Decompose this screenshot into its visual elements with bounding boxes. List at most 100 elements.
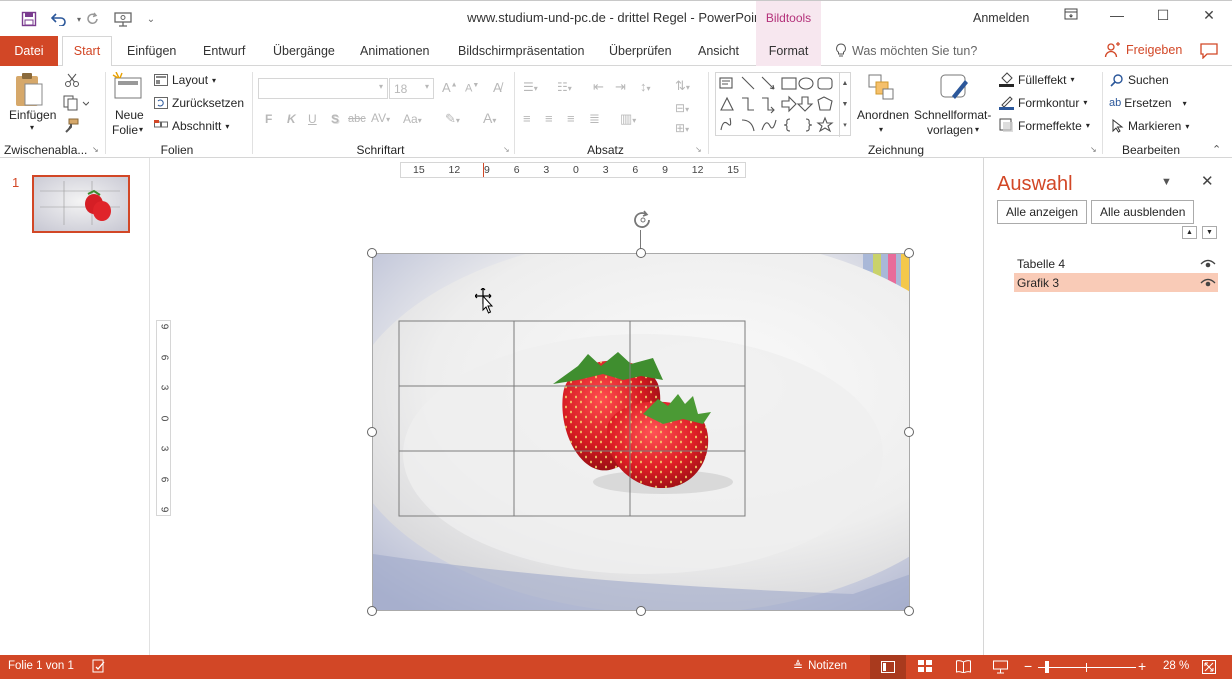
slide-counter[interactable]: Folie 1 von 1 bbox=[8, 660, 74, 672]
font-launcher-icon[interactable]: ↘ bbox=[503, 145, 510, 154]
shadow-button[interactable]: S bbox=[331, 112, 339, 126]
tab-format[interactable]: Format bbox=[756, 36, 821, 66]
slideshow-icon[interactable] bbox=[993, 660, 1008, 677]
notes-button[interactable]: ≜ Notizen bbox=[793, 659, 847, 673]
zoom-out-icon[interactable]: − bbox=[1024, 658, 1032, 674]
zoom-slider[interactable] bbox=[1038, 667, 1136, 668]
shape-fill-button[interactable]: Fülleffekt ▾ bbox=[999, 72, 1074, 87]
new-slide-label-1[interactable]: Neue bbox=[115, 108, 144, 122]
tab-ueberpruefen[interactable]: Überprüfen bbox=[609, 44, 672, 58]
show-all-button[interactable]: Alle anzeigen bbox=[997, 200, 1088, 224]
hide-all-button[interactable]: Alle ausblenden bbox=[1091, 200, 1195, 224]
char-spacing-button[interactable]: AV▾ bbox=[371, 111, 390, 125]
sign-in-link[interactable]: Anmelden bbox=[973, 11, 1029, 25]
list-item[interactable]: Tabelle 4 bbox=[1014, 254, 1218, 273]
align-right-icon[interactable]: ≡ bbox=[567, 111, 575, 126]
paragraph-launcher-icon[interactable]: ↘ bbox=[695, 145, 702, 154]
tab-datei[interactable]: Datei bbox=[0, 36, 58, 66]
slide-thumbnail[interactable] bbox=[32, 175, 130, 233]
drawing-launcher-icon[interactable]: ↘ bbox=[1090, 145, 1097, 154]
new-slide-button[interactable] bbox=[112, 71, 144, 107]
quick-styles-label-1[interactable]: Schnellformat- bbox=[914, 108, 991, 122]
resize-handle-nw[interactable] bbox=[367, 248, 377, 258]
clipboard-launcher-icon[interactable]: ↘ bbox=[92, 145, 99, 154]
resize-handle-n[interactable] bbox=[636, 248, 646, 258]
layout-button[interactable]: Layout ▾ bbox=[154, 73, 216, 87]
normal-view-button[interactable] bbox=[870, 655, 906, 679]
slide-sorter-icon[interactable] bbox=[918, 660, 932, 676]
eye-icon[interactable] bbox=[1200, 278, 1216, 288]
spelling-check-icon[interactable] bbox=[92, 659, 106, 676]
resize-handle-sw[interactable] bbox=[367, 606, 377, 616]
arrange-button[interactable] bbox=[866, 72, 896, 105]
font-size-combobox[interactable]: 18 ▾ bbox=[389, 78, 434, 99]
rotation-handle-icon[interactable] bbox=[630, 208, 656, 235]
align-left-icon[interactable]: ≡ bbox=[523, 111, 531, 126]
maximize-icon[interactable]: ☐ bbox=[1148, 7, 1178, 29]
resize-handle-se[interactable] bbox=[904, 606, 914, 616]
arrange-dropdown-icon[interactable]: ▾ bbox=[879, 125, 883, 134]
tab-einfuegen[interactable]: Einfügen bbox=[127, 44, 176, 58]
paste-label[interactable]: Einfügen bbox=[9, 108, 56, 122]
numbering-icon[interactable]: ☷▾ bbox=[557, 80, 572, 94]
font-color-icon[interactable]: A▾ bbox=[483, 110, 496, 126]
section-button[interactable]: Abschnitt ▾ bbox=[154, 119, 229, 133]
tab-entwurf[interactable]: Entwurf bbox=[203, 44, 245, 58]
columns-icon[interactable]: ▥▾ bbox=[620, 111, 636, 127]
smartart-icon[interactable]: ⊞▾ bbox=[675, 121, 689, 135]
tab-bildschirmpraesentation[interactable]: Bildschirmpräsentation bbox=[458, 44, 584, 58]
font-name-combobox[interactable]: ▾ bbox=[258, 78, 388, 99]
comments-icon[interactable] bbox=[1200, 43, 1218, 62]
shape-outline-button[interactable]: Formkontur ▾ bbox=[999, 95, 1087, 110]
quick-styles-button[interactable] bbox=[938, 72, 970, 107]
minimize-icon[interactable]: — bbox=[1102, 7, 1132, 29]
resize-handle-s[interactable] bbox=[636, 606, 646, 616]
reading-view-icon[interactable] bbox=[956, 660, 971, 676]
share-button[interactable]: Freigeben bbox=[1104, 42, 1182, 58]
strawberry-picture[interactable] bbox=[372, 253, 910, 611]
find-button[interactable]: Suchen bbox=[1110, 73, 1169, 87]
pane-options-icon[interactable]: ▼ bbox=[1161, 176, 1172, 188]
resize-handle-e[interactable] bbox=[904, 427, 914, 437]
tab-start[interactable]: Start bbox=[62, 36, 112, 67]
tell-me-box[interactable]: Was möchten Sie tun? bbox=[835, 43, 977, 58]
strikethrough-button[interactable]: abc bbox=[348, 113, 366, 125]
close-window-icon[interactable]: ✕ bbox=[1194, 7, 1224, 29]
bring-forward-icon[interactable]: ▲ bbox=[1182, 226, 1197, 239]
bullets-icon[interactable]: ☰▾ bbox=[523, 80, 538, 94]
eye-icon[interactable] bbox=[1200, 259, 1216, 269]
close-pane-icon[interactable]: ✕ bbox=[1201, 172, 1214, 190]
format-painter-icon[interactable] bbox=[63, 118, 79, 137]
new-slide-dropdown-icon[interactable]: ▾ bbox=[139, 125, 143, 134]
decrease-indent-icon[interactable]: ⇤ bbox=[593, 79, 604, 95]
text-direction-icon[interactable]: ⇅▾ bbox=[675, 78, 690, 94]
italic-button[interactable]: K bbox=[287, 112, 296, 126]
shape-effects-button[interactable]: Formeffekte ▾ bbox=[999, 118, 1090, 133]
new-slide-label-2[interactable]: Folie bbox=[112, 123, 138, 137]
highlight-icon[interactable]: ✎▾ bbox=[445, 111, 460, 127]
tab-ansicht[interactable]: Ansicht bbox=[698, 44, 739, 58]
grow-font-icon[interactable]: A▲ bbox=[442, 80, 458, 95]
resize-handle-w[interactable] bbox=[367, 427, 377, 437]
select-button[interactable]: Markieren ▾ bbox=[1112, 119, 1189, 133]
horizontal-ruler[interactable]: 15 12 9 6 3 0 3 6 9 12 15 bbox=[400, 162, 746, 178]
replace-button[interactable]: ab Ersetzen ▾ bbox=[1109, 96, 1187, 110]
quick-styles-dropdown-icon[interactable]: ▾ bbox=[975, 125, 979, 134]
collapse-ribbon-icon[interactable]: ⌃ bbox=[1212, 143, 1221, 156]
clear-formatting-icon[interactable]: A̸ bbox=[493, 80, 502, 95]
shrink-font-icon[interactable]: A▼ bbox=[465, 82, 479, 95]
line-spacing-icon[interactable]: ↕▾ bbox=[640, 79, 651, 94]
slide-editing-canvas[interactable]: 15 12 9 6 3 0 3 6 9 12 15 9 6 3 0 3 6 9 bbox=[150, 158, 982, 655]
change-case-button[interactable]: Aa▾ bbox=[403, 112, 422, 126]
quick-styles-label-2[interactable]: vorlagen bbox=[927, 123, 973, 137]
fit-to-window-icon[interactable] bbox=[1202, 660, 1216, 677]
send-backward-icon[interactable]: ▼ bbox=[1202, 226, 1217, 239]
shapes-gallery[interactable]: ▲ ▼ ▾ bbox=[715, 72, 851, 137]
reset-button[interactable]: Zurücksetzen bbox=[154, 96, 244, 110]
zoom-level[interactable]: 28 % bbox=[1163, 660, 1189, 672]
copy-icon[interactable] bbox=[63, 95, 90, 114]
increase-indent-icon[interactable]: ⇥ bbox=[615, 79, 626, 95]
bold-button[interactable]: F bbox=[265, 112, 272, 126]
tab-uebergaenge[interactable]: Übergänge bbox=[273, 44, 335, 58]
vertical-ruler[interactable]: 9 6 3 0 3 6 9 bbox=[156, 320, 171, 516]
